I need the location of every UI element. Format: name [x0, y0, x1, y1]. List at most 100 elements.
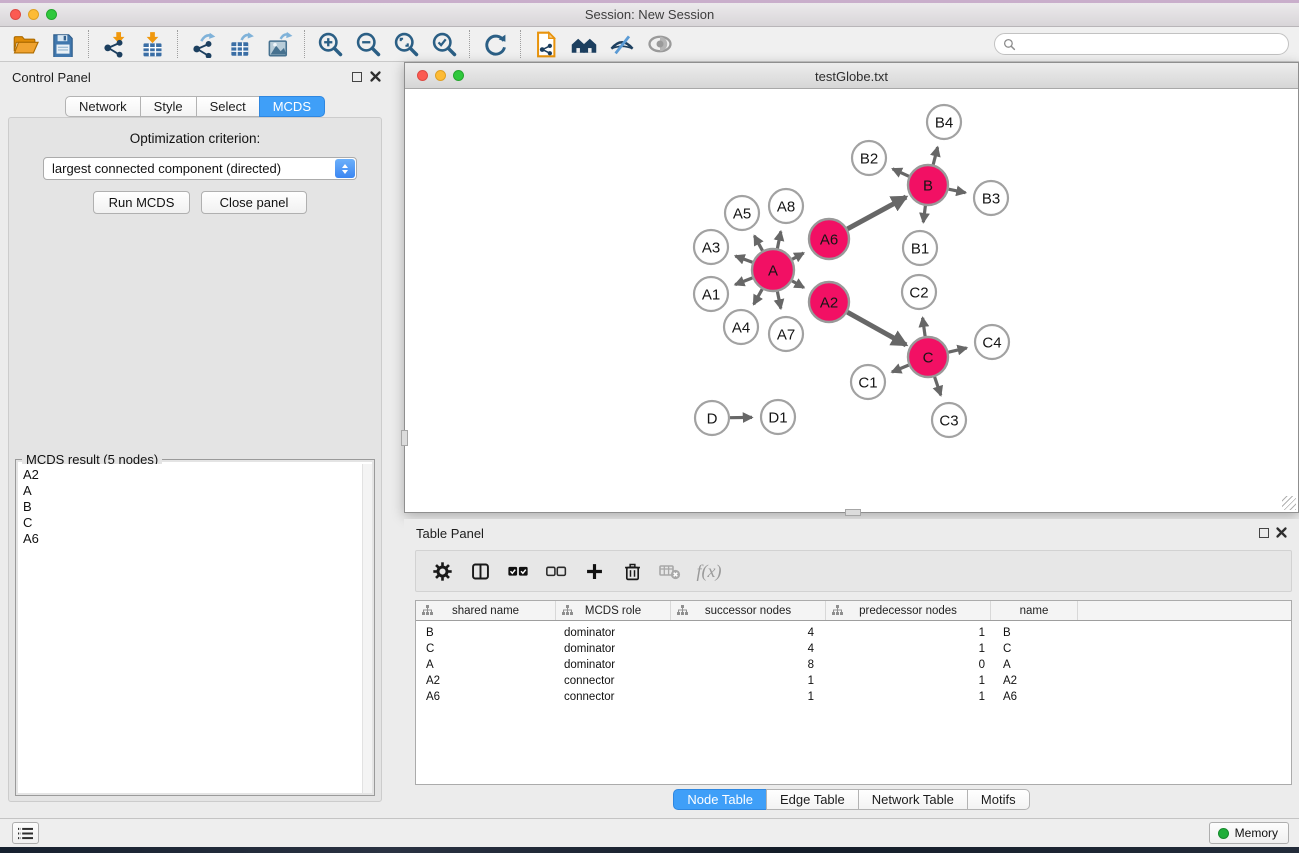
- export-network-button[interactable]: [184, 28, 222, 60]
- zoom-in-button[interactable]: [311, 28, 349, 60]
- tab-edge-table[interactable]: Edge Table: [766, 789, 859, 810]
- tab-network-table[interactable]: Network Table: [858, 789, 968, 810]
- graph-edge-A-A4[interactable]: [754, 289, 763, 304]
- graph-edge-B-B4[interactable]: [933, 147, 937, 164]
- table-cell[interactable]: 8: [671, 657, 826, 673]
- graph-edge-A2-C[interactable]: [847, 312, 906, 345]
- graph-node-A8[interactable]: A8: [769, 189, 803, 223]
- table-cell[interactable]: A2: [416, 673, 556, 689]
- zoom-out-button[interactable]: [349, 28, 387, 60]
- float-panel-icon[interactable]: [352, 72, 362, 82]
- graph-node-B2[interactable]: B2: [852, 141, 886, 175]
- table-cell[interactable]: 1: [671, 673, 826, 689]
- table-cell[interactable]: dominator: [556, 625, 671, 641]
- task-history-button[interactable]: [12, 822, 39, 844]
- table-cell[interactable]: 4: [671, 625, 826, 641]
- mcds-result-item[interactable]: A: [23, 483, 362, 499]
- graph-node-A3[interactable]: A3: [694, 230, 728, 264]
- show-graphics-details-button[interactable]: [603, 28, 641, 60]
- column-header-predecessor-nodes[interactable]: predecessor nodes: [826, 601, 991, 620]
- tab-style[interactable]: Style: [140, 96, 197, 117]
- window-resize-grip[interactable]: [1282, 496, 1296, 510]
- tab-network[interactable]: Network: [65, 96, 141, 117]
- show-column-button[interactable]: [468, 559, 492, 583]
- table-cell[interactable]: B: [416, 625, 556, 641]
- tab-select[interactable]: Select: [196, 96, 260, 117]
- graph-node-C1[interactable]: C1: [851, 365, 885, 399]
- graph-edge-C-C1[interactable]: [892, 365, 909, 372]
- function-builder-button[interactable]: f(x): [696, 559, 720, 583]
- table-cell[interactable]: 4: [671, 641, 826, 657]
- mcds-result-item[interactable]: C: [23, 515, 362, 531]
- table-cell[interactable]: 1: [826, 673, 991, 689]
- table-row[interactable]: Cdominator41C: [416, 641, 1291, 657]
- select-all-button[interactable]: [506, 559, 530, 583]
- graph-node-A2[interactable]: A2: [809, 282, 849, 322]
- first-neighbors-button[interactable]: [565, 28, 603, 60]
- graph-edge-A-A1[interactable]: [735, 278, 752, 285]
- mcds-result-item[interactable]: A2: [23, 467, 362, 483]
- column-header-shared-name[interactable]: shared name: [416, 601, 556, 620]
- birds-eye-view-button[interactable]: [641, 28, 679, 60]
- graph-node-B3[interactable]: B3: [974, 181, 1008, 215]
- mcds-result-item[interactable]: A6: [23, 531, 362, 547]
- tab-mcds[interactable]: MCDS: [259, 96, 325, 117]
- graph-edge-A-A7[interactable]: [777, 292, 780, 309]
- graph-node-D1[interactable]: D1: [761, 400, 795, 434]
- graph-edge-A-A8[interactable]: [777, 232, 780, 249]
- graph-node-C3[interactable]: C3: [932, 403, 966, 437]
- table-row[interactable]: A6connector11A6: [416, 689, 1291, 705]
- graph-node-B1[interactable]: B1: [903, 231, 937, 265]
- zoom-selected-button[interactable]: [425, 28, 463, 60]
- zoom-fit-button[interactable]: [387, 28, 425, 60]
- column-header-mcds-role[interactable]: MCDS role: [556, 601, 671, 620]
- graph-node-B[interactable]: B: [908, 165, 948, 205]
- table-cell[interactable]: 1: [826, 689, 991, 705]
- graph-node-A1[interactable]: A1: [694, 277, 728, 311]
- graph-node-C4[interactable]: C4: [975, 325, 1009, 359]
- bottom-resize-handle[interactable]: [845, 509, 861, 516]
- table-settings-button[interactable]: [430, 559, 454, 583]
- graph-node-A[interactable]: A: [752, 249, 794, 291]
- table-cell[interactable]: 1: [671, 689, 826, 705]
- table-row[interactable]: Adominator80A: [416, 657, 1291, 673]
- open-file-button[interactable]: [6, 28, 44, 60]
- graph-node-A6[interactable]: A6: [809, 219, 849, 259]
- graph-edge-A-A3[interactable]: [735, 256, 752, 262]
- graph-node-D[interactable]: D: [695, 401, 729, 435]
- zoom-window-button[interactable]: [46, 9, 57, 20]
- graph-node-A7[interactable]: A7: [769, 317, 803, 351]
- export-table-button[interactable]: [222, 28, 260, 60]
- table-cell[interactable]: C: [991, 641, 1078, 657]
- table-cell[interactable]: A: [416, 657, 556, 673]
- table-cell[interactable]: dominator: [556, 641, 671, 657]
- network-window-titlebar[interactable]: testGlobe.txt: [405, 63, 1298, 89]
- table-cell[interactable]: dominator: [556, 657, 671, 673]
- graph-edge-A-A6[interactable]: [792, 253, 803, 259]
- graph-edge-B-B3[interactable]: [949, 189, 966, 193]
- graph-edge-B-B1[interactable]: [923, 206, 925, 222]
- refresh-button[interactable]: [476, 28, 514, 60]
- column-header-successor-nodes[interactable]: successor nodes: [671, 601, 826, 620]
- close-panel-button[interactable]: Close panel: [201, 191, 307, 214]
- tab-motifs[interactable]: Motifs: [967, 789, 1030, 810]
- new-network-from-selection-button[interactable]: [527, 28, 565, 60]
- close-panel-icon[interactable]: [369, 70, 382, 83]
- table-cell[interactable]: 0: [826, 657, 991, 673]
- table-cell[interactable]: C: [416, 641, 556, 657]
- delete-columns-button[interactable]: [620, 559, 644, 583]
- graph-edge-A-A5[interactable]: [754, 236, 762, 251]
- table-cell[interactable]: 1: [826, 625, 991, 641]
- table-cell[interactable]: A: [991, 657, 1078, 673]
- import-table-button[interactable]: [133, 28, 171, 60]
- export-image-button[interactable]: [260, 28, 298, 60]
- save-session-button[interactable]: [44, 28, 82, 60]
- create-column-button[interactable]: [582, 559, 606, 583]
- search-input[interactable]: [1021, 35, 1281, 53]
- table-cell[interactable]: 1: [826, 641, 991, 657]
- tab-node-table[interactable]: Node Table: [673, 789, 767, 810]
- table-cell[interactable]: connector: [556, 673, 671, 689]
- table-cell[interactable]: A6: [416, 689, 556, 705]
- graph-edge-C-C2[interactable]: [923, 318, 926, 336]
- search-field[interactable]: [994, 33, 1289, 55]
